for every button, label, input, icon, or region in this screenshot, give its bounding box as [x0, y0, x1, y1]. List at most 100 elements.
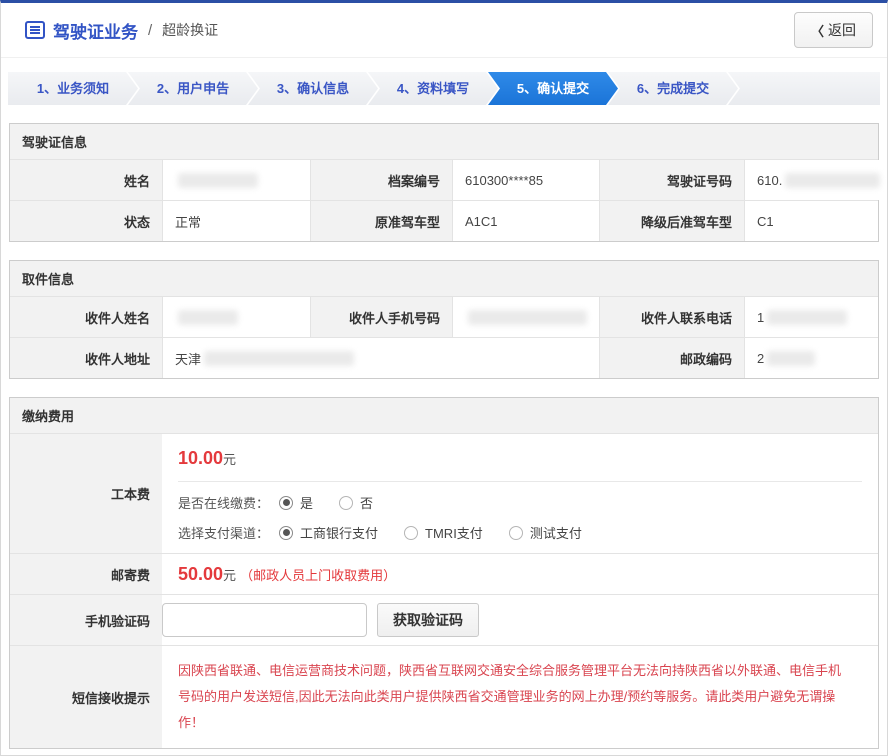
orig-class-value: A1C1: [452, 201, 599, 241]
table-row: 姓名 档案编号 610300****85 驾驶证号码 610.: [10, 159, 878, 200]
postcode-text: 2: [757, 351, 764, 366]
radio-label: 工商银行支付: [300, 523, 378, 542]
section-pickup-info: 取件信息 收件人姓名 收件人手机号码 收件人联系电话 1 收件人地址 天津 邮政…: [9, 260, 879, 379]
postfee-unit: 元: [223, 565, 236, 584]
workfee-amount-line: 10.00元: [178, 434, 862, 482]
redacted-value: [767, 310, 847, 325]
recipient-mobile-value: [452, 297, 599, 337]
back-chevron-icon: 〈: [811, 21, 824, 40]
radio-online-yes[interactable]: 是: [279, 493, 313, 512]
sms-notice-row: 短信接收提示 因陕西省联通、电信运营商技术问题，陕西省互联网交通安全综合服务管理…: [10, 645, 878, 748]
table-row: 收件人姓名 收件人手机号码 收件人联系电话 1: [10, 296, 878, 337]
redacted-value: [767, 351, 815, 366]
table-row: 收件人地址 天津 邮政编码 2: [10, 337, 878, 378]
workfee-label: 工本费: [10, 434, 162, 553]
step-5-confirm-submit[interactable]: 5、确认提交: [488, 72, 618, 105]
status-value: 正常: [162, 201, 310, 241]
captcha-content: 获取验证码: [162, 595, 878, 645]
license-no-value: 610.: [744, 160, 888, 200]
status-label: 状态: [10, 201, 162, 241]
address-value: 天津: [162, 338, 599, 378]
footer-actions: 上一步 完成: [1, 749, 887, 756]
postfee-note: （邮政人员上门收取费用）: [240, 565, 396, 584]
workfee-row: 工本费 10.00元 是否在线缴费： 是 否 选: [10, 433, 878, 553]
radio-online-no[interactable]: 否: [339, 493, 373, 512]
recipient-phone-text: 1: [757, 310, 764, 325]
sms-notice-label: 短信接收提示: [10, 646, 162, 748]
recipient-name-label: 收件人姓名: [10, 297, 162, 337]
redacted-value: [178, 173, 258, 188]
step-label: 3、确认信息: [277, 81, 349, 96]
downgrade-class-value: C1: [744, 201, 878, 241]
radio-channel-tmri[interactable]: TMRI支付: [404, 523, 483, 542]
postfee-amount: 50.00: [178, 564, 223, 585]
breadcrumb-current: 超龄换证: [162, 20, 218, 40]
redacted-value: [468, 310, 587, 325]
redacted-value: [178, 310, 238, 325]
postcode-value: 2: [744, 338, 878, 378]
step-bar-filler: [728, 72, 880, 105]
page: 驾驶证业务 / 超龄换证 〈 返回 1、业务须知 2、用户申告 3、确认信息 4…: [0, 0, 888, 756]
redacted-value: [204, 351, 354, 366]
redacted-value: [785, 173, 880, 188]
sms-notice-text: 因陕西省联通、电信运营商技术问题，陕西省互联网交通安全综合服务管理平台无法向持陕…: [178, 646, 862, 748]
pay-channel-question-line: 选择支付渠道： 工商银行支付 TMRI支付 测试支付: [178, 523, 862, 542]
breadcrumb: 驾驶证业务 / 超龄换证: [25, 18, 218, 43]
captcha-label: 手机验证码: [10, 595, 162, 645]
recipient-phone-value: 1: [744, 297, 878, 337]
step-label: 4、资料填写: [397, 81, 469, 96]
file-no-label: 档案编号: [310, 160, 452, 200]
section-title: 驾驶证信息: [10, 124, 878, 159]
step-4-fill-materials[interactable]: 4、资料填写: [368, 72, 498, 105]
list-icon: [25, 21, 45, 39]
radio-channel-icbc[interactable]: 工商银行支付: [279, 523, 378, 542]
step-1-business-notice[interactable]: 1、业务须知: [8, 72, 138, 105]
back-button[interactable]: 〈 返回: [794, 12, 873, 48]
step-label: 2、用户申告: [157, 81, 229, 96]
radio-label: TMRI支付: [425, 523, 483, 542]
section-fees: 缴纳费用 工本费 10.00元 是否在线缴费： 是 否: [9, 397, 879, 749]
radio-channel-test[interactable]: 测试支付: [509, 523, 582, 542]
step-3-confirm-info[interactable]: 3、确认信息: [248, 72, 378, 105]
radio-icon: [279, 496, 293, 510]
license-no-text: 610.: [757, 173, 782, 188]
license-no-label: 驾驶证号码: [599, 160, 744, 200]
section-title: 缴纳费用: [10, 398, 878, 433]
name-value: [162, 160, 310, 200]
radio-icon: [279, 526, 293, 540]
postcode-label: 邮政编码: [599, 338, 744, 378]
online-pay-question: 是否在线缴费：: [178, 493, 269, 512]
sms-notice-content: 因陕西省联通、电信运营商技术问题，陕西省互联网交通安全综合服务管理平台无法向持陕…: [162, 646, 878, 748]
pay-channel-question: 选择支付渠道：: [178, 523, 269, 542]
postfee-content: 50.00元 （邮政人员上门收取费用）: [162, 554, 878, 594]
radio-icon: [509, 526, 523, 540]
radio-icon: [404, 526, 418, 540]
address-label: 收件人地址: [10, 338, 162, 378]
workfee-amount: 10.00: [178, 448, 223, 468]
radio-label: 测试支付: [530, 523, 582, 542]
recipient-name-value: [162, 297, 310, 337]
workfee-content: 10.00元 是否在线缴费： 是 否 选择支付渠道：: [162, 434, 878, 553]
step-6-finish-submit[interactable]: 6、完成提交: [608, 72, 738, 105]
step-2-user-declaration[interactable]: 2、用户申告: [128, 72, 258, 105]
page-header: 驾驶证业务 / 超龄换证 〈 返回: [1, 3, 887, 58]
address-text: 天津: [175, 349, 201, 368]
step-label: 1、业务须知: [37, 81, 109, 96]
radio-icon: [339, 496, 353, 510]
captcha-row: 手机验证码 获取验证码: [10, 594, 878, 645]
page-title: 驾驶证业务: [53, 18, 138, 43]
postfee-label: 邮寄费: [10, 554, 162, 594]
online-pay-question-line: 是否在线缴费： 是 否: [178, 493, 862, 512]
section-license-info: 驾驶证信息 姓名 档案编号 610300****85 驾驶证号码 610. 状态…: [9, 123, 879, 242]
section-title: 取件信息: [10, 261, 878, 296]
back-button-label: 返回: [828, 20, 856, 40]
step-wizard: 1、业务须知 2、用户申告 3、确认信息 4、资料填写 5、确认提交 6、完成提…: [8, 72, 880, 105]
workfee-unit: 元: [223, 452, 236, 467]
downgrade-class-label: 降级后准驾车型: [599, 201, 744, 241]
step-label: 6、完成提交: [637, 81, 709, 96]
radio-label: 否: [360, 493, 373, 512]
captcha-input[interactable]: [162, 603, 367, 637]
recipient-phone-label: 收件人联系电话: [599, 297, 744, 337]
get-captcha-button[interactable]: 获取验证码: [377, 603, 479, 637]
postfee-row: 邮寄费 50.00元 （邮政人员上门收取费用）: [10, 553, 878, 594]
